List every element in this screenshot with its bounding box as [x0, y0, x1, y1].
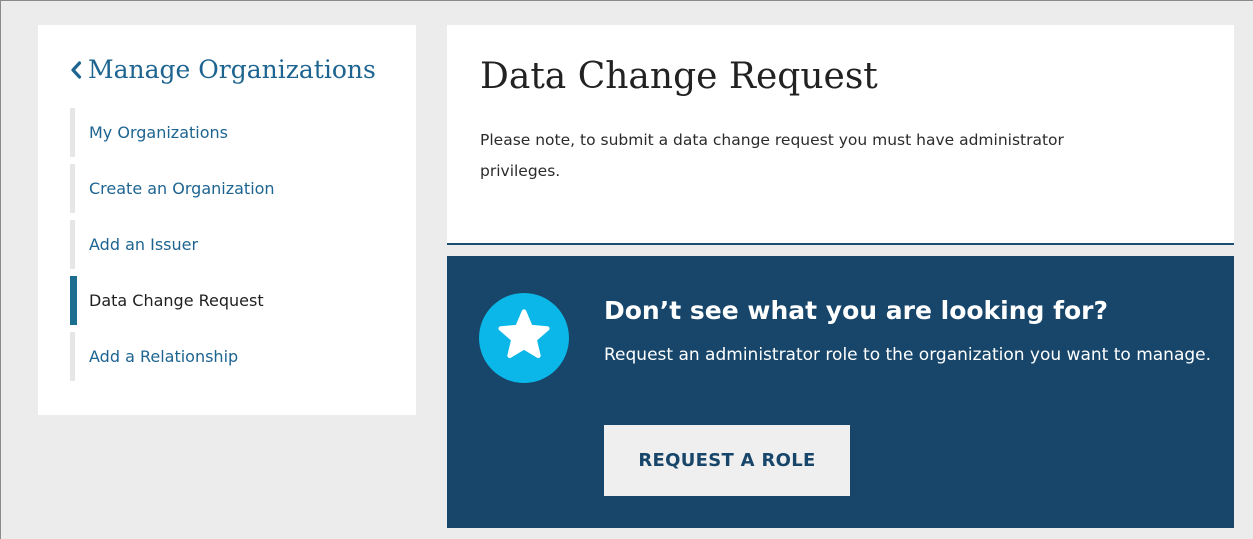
back-to-manage-organizations-link[interactable]: Manage Organizations — [70, 55, 376, 84]
star-badge — [479, 293, 569, 383]
admin-privileges-note: Please note, to submit a data change req… — [480, 131, 1064, 180]
chevron-left-icon — [71, 60, 82, 79]
sidebar-item-add-relationship[interactable]: Add a Relationship — [70, 332, 390, 381]
sidebar-item-data-change-request[interactable]: Data Change Request — [70, 276, 390, 325]
sidebar-title: Manage Organizations — [88, 55, 376, 84]
sidebar-item-create-organization[interactable]: Create an Organization — [70, 164, 390, 213]
sidebar-item-label: Add an Issuer — [89, 235, 199, 254]
callout-heading: Don’t see what you are looking for? — [604, 296, 1109, 325]
sidebar-item-label: Data Change Request — [89, 291, 264, 310]
request-role-button[interactable]: REQUEST A ROLE — [604, 425, 850, 496]
sidebar-item-label: Add a Relationship — [89, 347, 239, 366]
sidebar: Manage Organizations My Organizations Cr… — [38, 25, 416, 415]
request-role-callout: Don’t see what you are looking for? Requ… — [447, 256, 1234, 528]
sidebar-item-label: Create an Organization — [89, 179, 275, 198]
star-icon — [498, 309, 550, 359]
page-title: Data Change Request — [480, 56, 878, 97]
section-divider — [447, 243, 1234, 245]
sidebar-item-add-issuer[interactable]: Add an Issuer — [70, 220, 390, 269]
callout-description: Request an administrator role to the org… — [604, 345, 1212, 365]
sidebar-nav: My Organizations Create an Organization … — [70, 108, 390, 388]
sidebar-item-label: My Organizations — [89, 123, 228, 142]
main-content-card: Data Change Request Please note, to subm… — [447, 25, 1234, 243]
sidebar-item-my-organizations[interactable]: My Organizations — [70, 108, 390, 157]
